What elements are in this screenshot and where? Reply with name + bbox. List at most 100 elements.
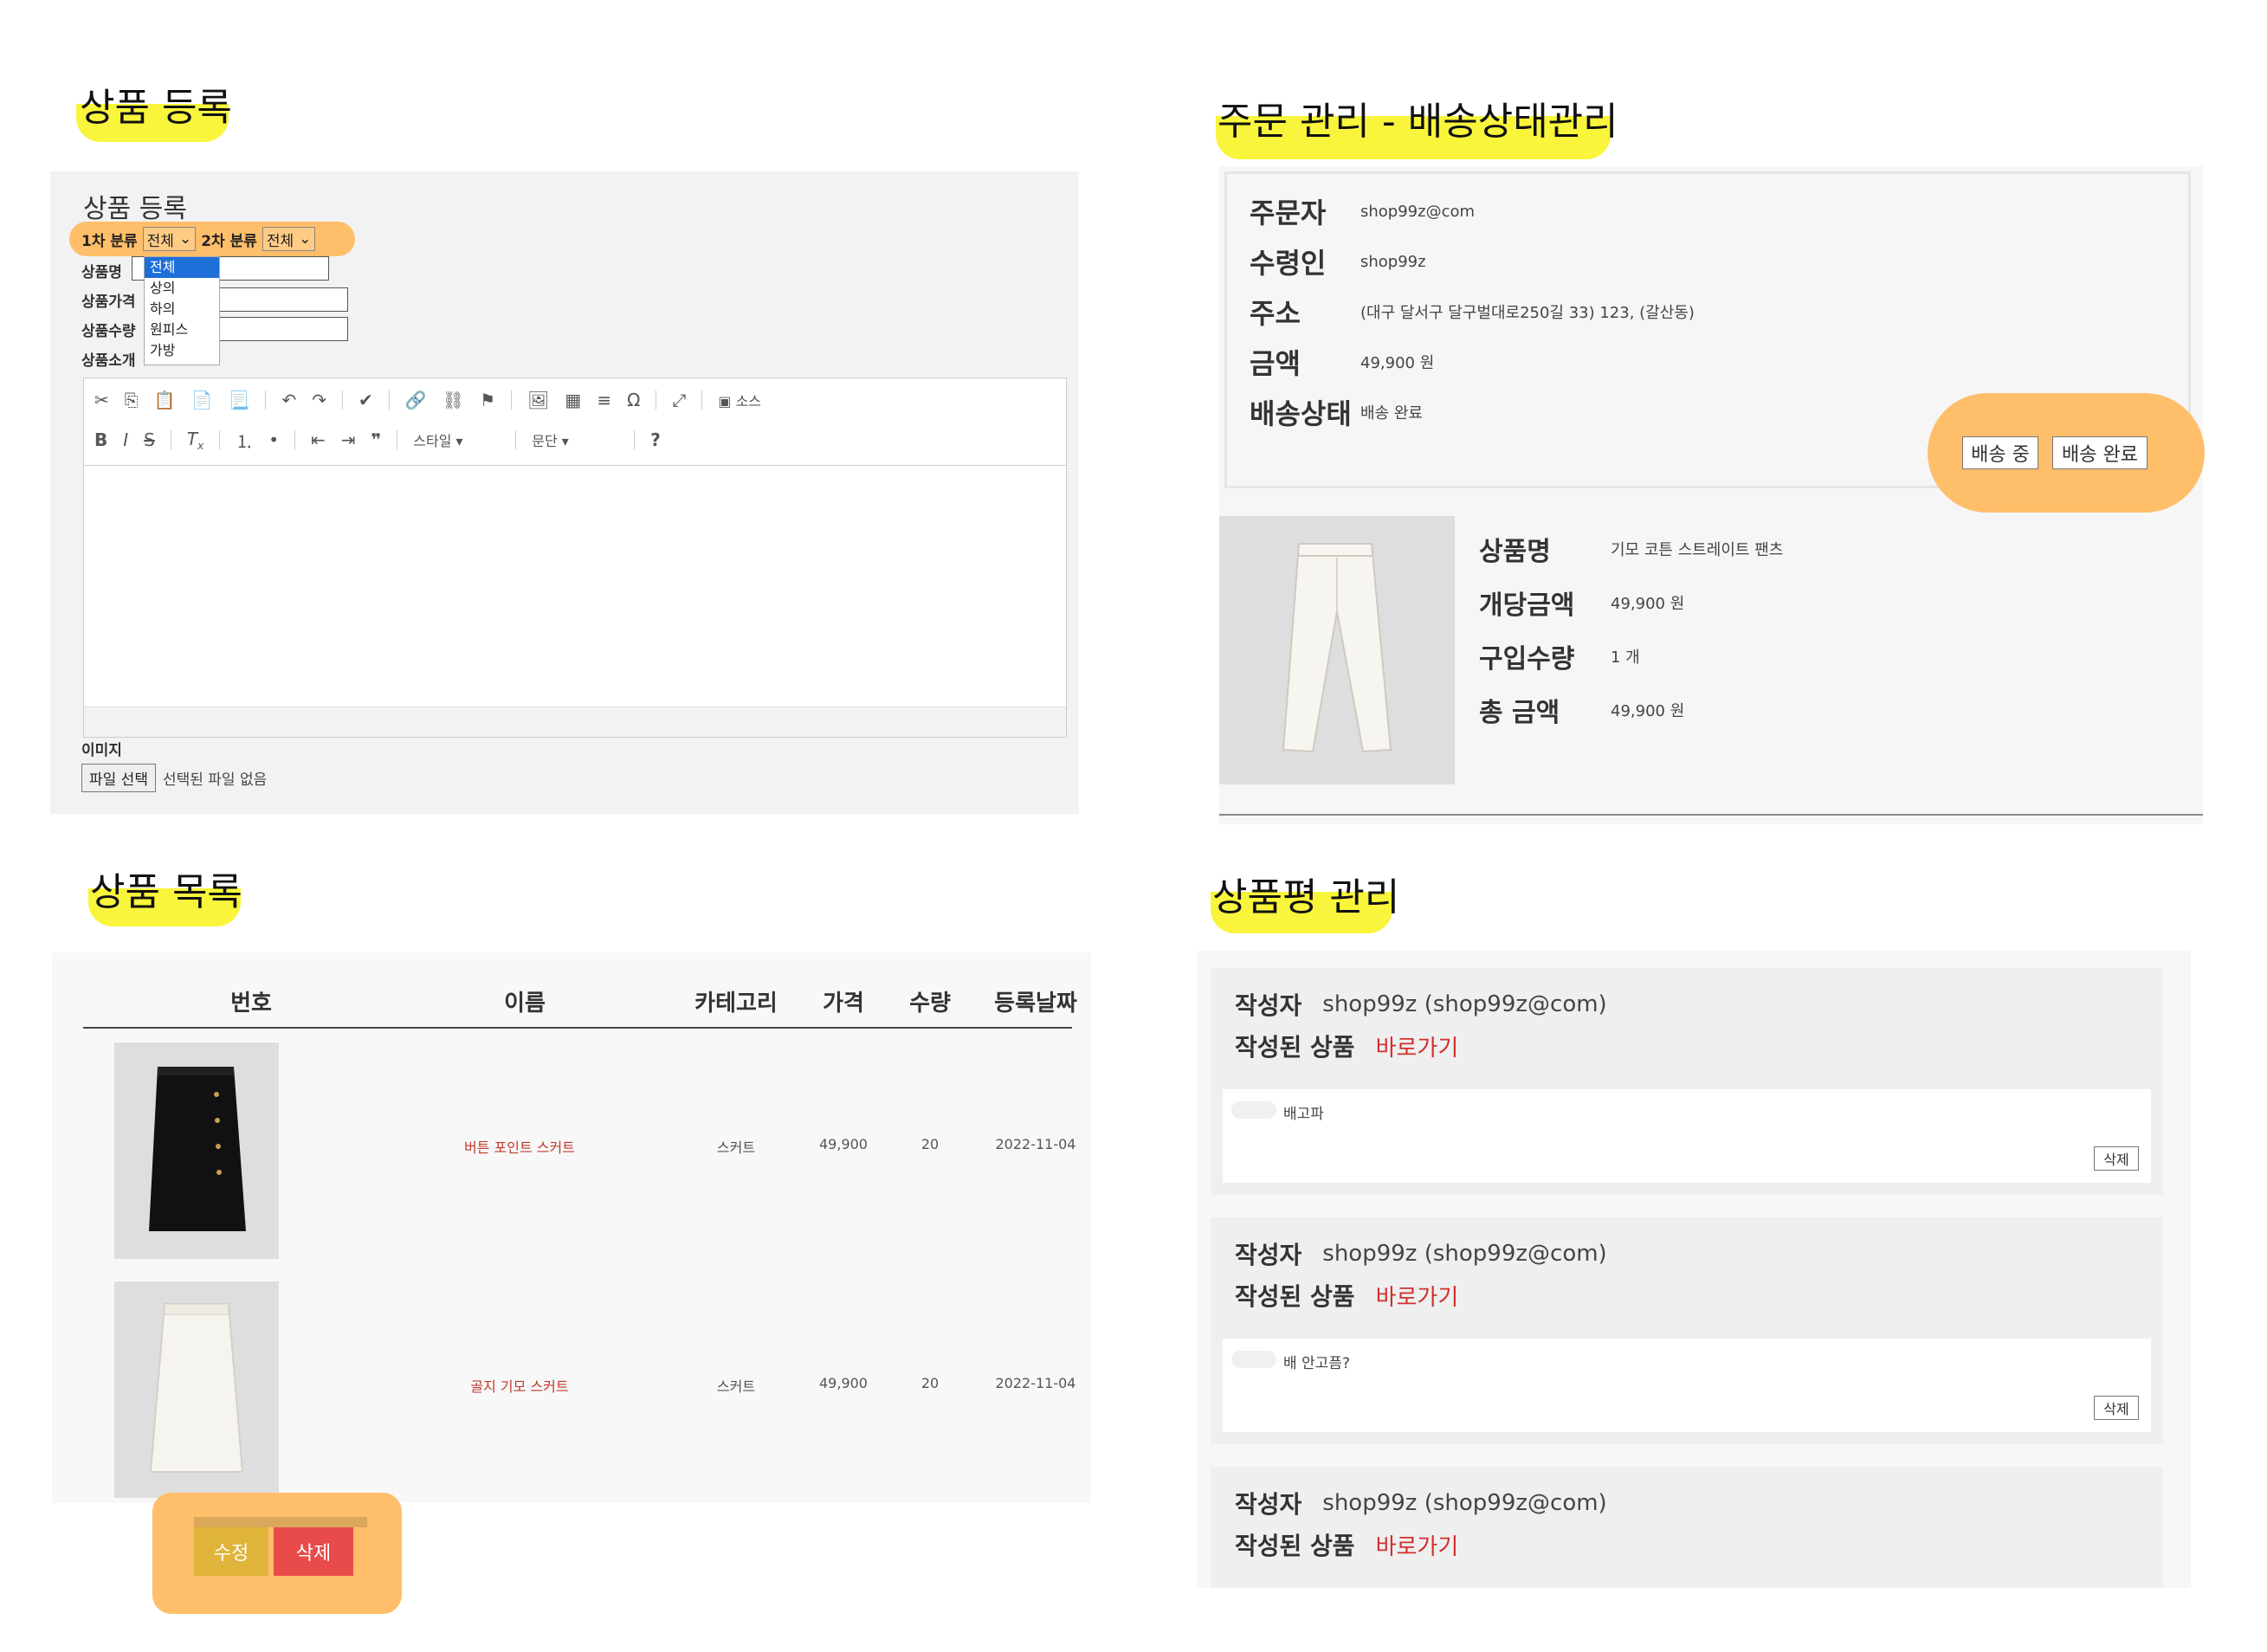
bold-icon[interactable]: B — [94, 429, 107, 450]
editor-content-area[interactable] — [84, 466, 1066, 707]
pants-image — [1282, 543, 1392, 753]
product-name-link[interactable]: 버튼 포인트 스커트 — [398, 1136, 641, 1157]
anchor-flag-icon[interactable]: ⚑ — [480, 390, 495, 410]
strike-icon[interactable]: S — [144, 429, 155, 450]
undo-icon[interactable]: ↶ — [281, 390, 296, 410]
white-skirt-image — [149, 1303, 244, 1473]
delivered-button[interactable]: 배송 완료 — [2052, 436, 2148, 469]
file-status: 선택된 파일 없음 — [162, 771, 268, 789]
paste-text-icon[interactable]: 📄 — [191, 390, 213, 410]
file-upload: 파일 선택 선택된 파일 없음 — [81, 764, 267, 792]
action-buttons-highlight: 수정 삭제 — [152, 1493, 402, 1614]
section-title-list: 상품 목록 — [90, 870, 242, 914]
horizontal-line-icon[interactable]: ≡ — [597, 390, 611, 410]
review-text: 배고파 — [1283, 1106, 1324, 1123]
review-product-row: 작성된 상품 바로가기 — [1235, 1527, 1458, 1562]
paste-icon[interactable]: 📋 — [154, 390, 176, 410]
review-delete-button[interactable]: 삭제 — [2094, 1146, 2139, 1171]
review-product-row: 작성된 상품 바로가기 — [1235, 1029, 1458, 1063]
field-desc-label: 상품소개 — [81, 352, 136, 370]
cut-icon[interactable]: ✂ — [94, 390, 109, 410]
receiver-row: 수령인 shop99z — [1250, 247, 1426, 280]
numbered-list-icon[interactable]: ⒈ — [236, 428, 253, 453]
shipping-button[interactable]: 배송 중 — [1962, 436, 2038, 469]
edit-button[interactable]: 수정 — [194, 1527, 268, 1576]
dropdown-option[interactable]: 하의 — [145, 299, 219, 319]
redo-icon[interactable]: ↷ — [312, 390, 326, 410]
header-divider — [83, 1027, 1072, 1029]
product-name-row: 상품명 기모 코튼 스트레이트 팬츠 — [1479, 537, 1784, 567]
editor-toolbar-row-1: ✂ ⎘ 📋 📄 📃 ↶ ↷ ✔ 🔗 ⛓ ⚑ 🖼 ▦ ≡ Ω ⤢ ▣ 소스 — [94, 385, 761, 415]
review-card: 작성자 shop99z (shop99z@com) 작성된 상품 바로가기 배고… — [1211, 968, 2163, 1195]
unlink-icon[interactable]: ⛓ — [442, 390, 464, 410]
field-name-label: 상품명 — [81, 264, 122, 281]
image-label: 이미지 — [81, 742, 122, 759]
review-card: 작성자 shop99z (shop99z@com) 작성된 상품 바로가기 — [1211, 1467, 2163, 1588]
review-card: 작성자 shop99z (shop99z@com) 작성된 상품 바로가기 배 … — [1211, 1217, 2163, 1444]
product-price: 49,900 — [819, 1136, 868, 1152]
special-char-icon[interactable]: Ω — [627, 390, 640, 410]
dropdown-option[interactable]: 가방 — [145, 340, 219, 361]
indent-icon[interactable]: ⇥ — [341, 429, 356, 450]
qty-row: 구입수량 1 개 — [1479, 644, 1640, 674]
source-button[interactable]: ▣ 소스 — [718, 390, 761, 410]
format-select[interactable]: 문단 ▾ — [532, 429, 618, 450]
review-text: 배 안고픔? — [1283, 1355, 1350, 1372]
order-panel: 주문자 shop99z@com 수령인 shop99z 주소 (대구 달서구 달… — [1219, 166, 2205, 824]
help-icon[interactable]: ? — [650, 429, 661, 450]
review-panel: 작성자 shop99z (shop99z@com) 작성된 상품 바로가기 배고… — [1197, 951, 2191, 1588]
section-title-review: 상품평 관리 — [1212, 875, 1400, 920]
unit-price-row: 개당금액 49,900 원 — [1479, 590, 1685, 621]
outdent-icon[interactable]: ⇤ — [311, 429, 326, 450]
copy-icon[interactable]: ⎘ — [125, 390, 139, 410]
italic-icon[interactable]: I — [123, 429, 128, 450]
remove-format-icon[interactable]: Tx — [187, 429, 203, 452]
file-select-button[interactable]: 파일 선택 — [81, 764, 156, 792]
bullet-list-icon[interactable]: • — [268, 429, 279, 450]
field-price-label: 상품가격 — [81, 294, 136, 311]
link-icon[interactable]: 🔗 — [405, 390, 427, 410]
style-select[interactable]: 스타일 ▾ — [413, 429, 500, 450]
paste-word-icon[interactable]: 📃 — [229, 390, 250, 410]
dropdown-option[interactable]: 원피스 — [145, 319, 219, 340]
table-icon[interactable]: ▦ — [565, 390, 581, 410]
col-header-date: 등록날짜 — [994, 991, 1077, 1016]
goto-link[interactable]: 바로가기 — [1376, 1529, 1459, 1561]
section-title-register: 상품 등록 — [80, 86, 232, 130]
avatar — [1231, 1351, 1276, 1368]
review-product-row: 작성된 상품 바로가기 — [1235, 1278, 1458, 1313]
product-image — [1219, 516, 1455, 784]
cat1-label: 1차 분류 — [81, 232, 138, 250]
amount-row: 금액 49,900 원 — [1250, 347, 1435, 380]
review-author-row: 작성자 shop99z (shop99z@com) — [1235, 1490, 1607, 1519]
goto-link[interactable]: 바로가기 — [1376, 1030, 1459, 1062]
review-delete-button[interactable]: 삭제 — [2094, 1396, 2139, 1420]
section-title-order: 주문 관리 - 배송상태관리 — [1217, 100, 1618, 144]
maximize-icon[interactable]: ⤢ — [672, 390, 686, 410]
blockquote-icon[interactable]: ❞ — [371, 429, 382, 450]
delete-button[interactable]: 삭제 — [274, 1527, 353, 1576]
field-qty-label: 상품수량 — [81, 323, 136, 340]
category-bar: 1차 분류 전체 ⌄ 2차 분류 전체 ⌄ — [81, 225, 316, 253]
goto-link[interactable]: 바로가기 — [1376, 1280, 1459, 1312]
divider — [1219, 814, 2203, 816]
cat2-label: 2차 분류 — [201, 232, 257, 250]
product-thumbnail[interactable] — [114, 1281, 279, 1498]
product-price: 49,900 — [819, 1375, 868, 1391]
editor-resize-bar[interactable] — [84, 707, 1066, 737]
register-panel: 상품 등록 1차 분류 전체 ⌄ 2차 분류 전체 ⌄ 전체 상의 하의 원피스 가… — [50, 171, 1079, 814]
dropdown-option[interactable]: 전체 — [145, 257, 219, 278]
image-icon[interactable]: 🖼 — [527, 390, 549, 410]
cat1-select[interactable]: 전체 ⌄ — [142, 227, 197, 251]
black-skirt-image — [149, 1067, 246, 1231]
dropdown-option[interactable]: 상의 — [145, 278, 219, 299]
editor-toolbar-row-2: B I S Tx ⒈ • ⇤ ⇥ ❞ 스타일 ▾ 문단 ▾ ? — [94, 425, 661, 455]
product-list-panel: 번호 이름 카테고리 가격 수량 등록날짜 버튼 포인트 스커트 스커트 49,… — [52, 952, 1091, 1503]
product-qty: 20 — [920, 1136, 940, 1152]
product-date: 2022-11-04 — [995, 1136, 1076, 1152]
cat2-select[interactable]: 전체 ⌄ — [262, 227, 316, 251]
col-header-name: 이름 — [504, 991, 546, 1016]
spellcheck-icon[interactable]: ✔ — [358, 390, 373, 410]
product-name-link[interactable]: 골지 기모 스커트 — [398, 1375, 641, 1396]
product-thumbnail[interactable] — [114, 1042, 279, 1259]
